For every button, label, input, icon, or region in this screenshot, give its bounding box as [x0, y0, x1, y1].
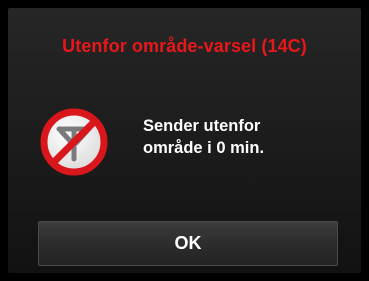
message-line-1: Sender utenfor: [143, 117, 261, 135]
message-line-2: område i 0 min.: [143, 139, 265, 157]
no-signal-prohibited-icon: [40, 108, 108, 176]
dialog-message: Sender utenfor område i 0 min.: [143, 115, 264, 159]
ok-button[interactable]: OK: [38, 221, 338, 266]
dialog-title: Utenfor område-varsel (14C): [62, 36, 307, 56]
screen: Utenfor område-varsel (14C) Sender utenf…: [0, 0, 369, 281]
alert-dialog: Utenfor område-varsel (14C) Sender utenf…: [8, 8, 361, 273]
